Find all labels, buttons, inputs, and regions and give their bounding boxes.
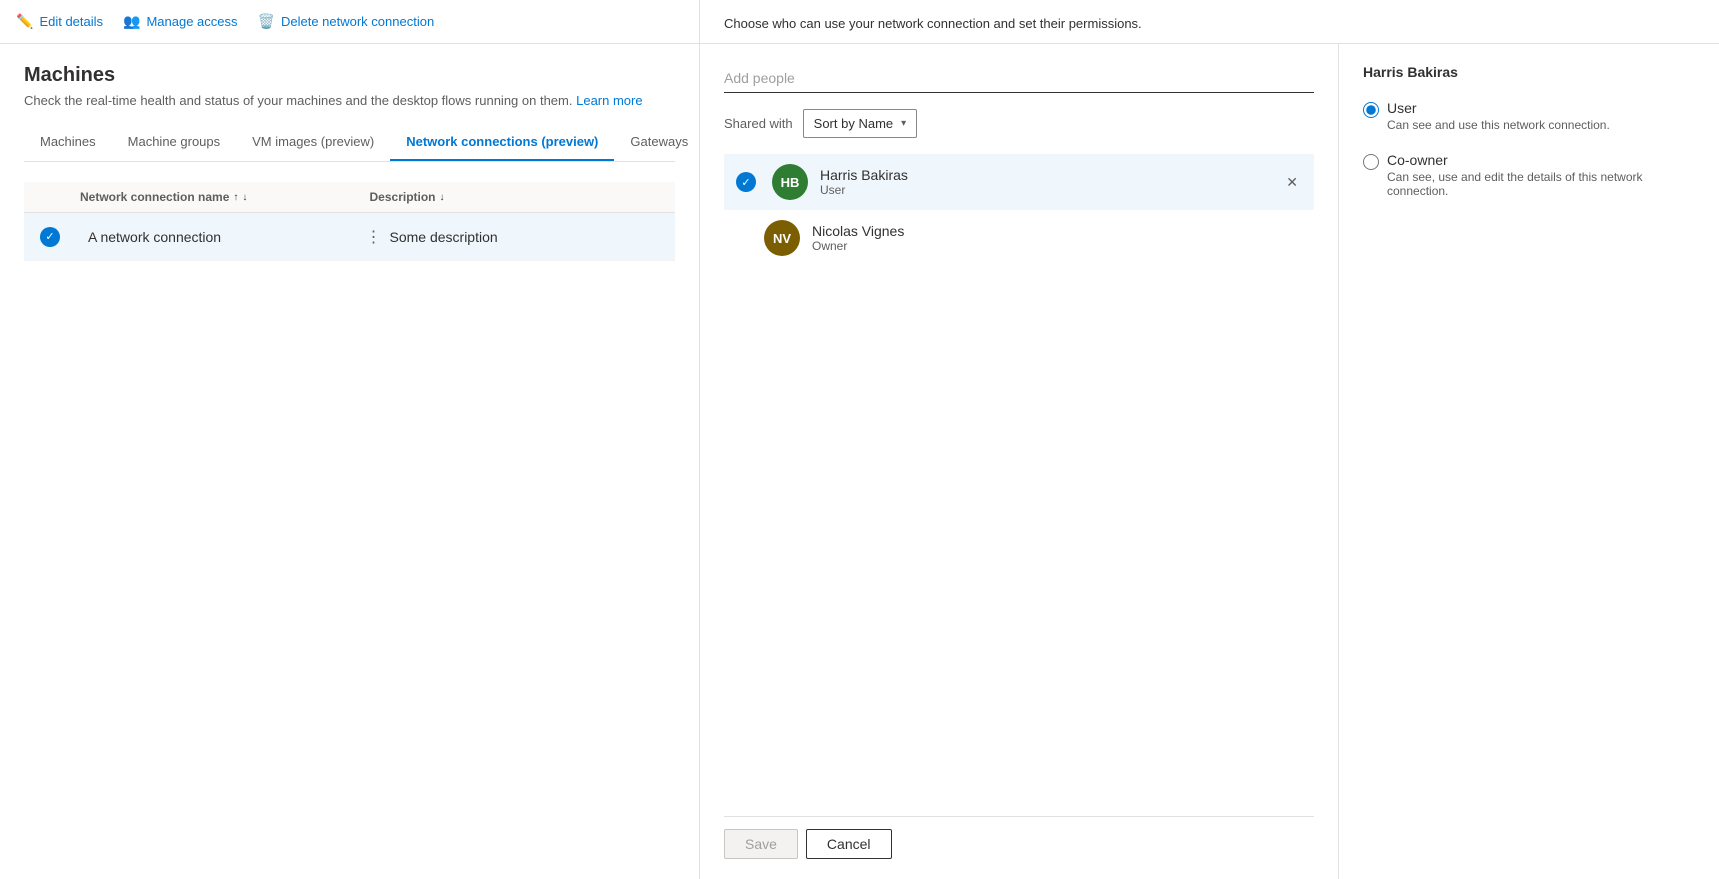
right-panel-header: Choose who can use your network connecti… (700, 0, 1719, 44)
learn-more-link[interactable]: Learn more (576, 93, 642, 108)
edit-details-button[interactable]: ✏️ Edit details (16, 13, 103, 30)
user-name-hb: Harris Bakiras (820, 167, 1270, 183)
row-description: Some description (390, 229, 660, 245)
manage-label: Manage access (146, 14, 237, 29)
right-subtitle: Choose who can use your network connecti… (724, 16, 1695, 31)
user-name-nv: Nicolas Vignes (812, 223, 1302, 239)
user-info-hb: Harris Bakiras User (820, 167, 1270, 197)
edit-label: Edit details (39, 14, 103, 29)
col-desc-header[interactable]: Description ↓ (370, 190, 660, 204)
permission-coowner-label: Co-owner (1387, 152, 1695, 168)
permission-coowner-desc: Can see, use and edit the details of thi… (1387, 170, 1695, 198)
tab-vm-images[interactable]: VM images (preview) (236, 124, 390, 161)
shared-with-row: Shared with Sort by Name ▾ (724, 109, 1314, 138)
table-header: Network connection name ↑ ↓ Description … (24, 182, 675, 213)
permission-user-details: User Can see and use this network connec… (1387, 100, 1610, 132)
delete-icon: 🗑️ (258, 13, 275, 30)
desc-sort-icon: ↓ (440, 192, 445, 203)
edit-icon: ✏️ (16, 13, 33, 30)
avatar-hb: HB (772, 164, 808, 200)
tab-network-connections[interactable]: Network connections (preview) (390, 124, 614, 161)
manage-icon: 👥 (123, 13, 140, 30)
tab-gateways[interactable]: Gateways (614, 124, 699, 161)
chevron-down-icon: ▾ (901, 118, 906, 129)
user-role-nv: Owner (812, 239, 1302, 253)
tab-machine-groups[interactable]: Machine groups (112, 124, 237, 161)
manage-access-button[interactable]: 👥 Manage access (123, 13, 238, 30)
row-check: ✓ (40, 227, 80, 247)
check-icon: ✓ (40, 227, 60, 247)
permission-user-radio[interactable] (1363, 102, 1379, 118)
delete-label: Delete network connection (281, 14, 434, 29)
col-name-header[interactable]: Network connection name ↑ ↓ (80, 190, 370, 204)
people-section: Shared with Sort by Name ▾ ✓ HB Harris B… (700, 44, 1339, 879)
right-panel: Choose who can use your network connecti… (700, 0, 1719, 879)
row-name: A network connection (80, 229, 358, 245)
permission-user-label: User (1387, 100, 1610, 116)
toolbar: ✏️ Edit details 👥 Manage access 🗑️ Delet… (0, 0, 699, 44)
selected-user-name: Harris Bakiras (1363, 64, 1695, 80)
permission-user: User Can see and use this network connec… (1363, 100, 1695, 132)
delete-button[interactable]: 🗑️ Delete network connection (258, 13, 435, 30)
cancel-button[interactable]: Cancel (806, 829, 892, 859)
user-role-hb: User (820, 183, 1270, 197)
permission-user-desc: Can see and use this network connection. (1387, 118, 1610, 132)
user-info-nv: Nicolas Vignes Owner (812, 223, 1302, 253)
sort-asc-icon: ↑ (233, 192, 238, 203)
sort-select[interactable]: Sort by Name ▾ (803, 109, 918, 138)
right-body: Shared with Sort by Name ▾ ✓ HB Harris B… (700, 44, 1719, 879)
user-item-hb[interactable]: ✓ HB Harris Bakiras User ✕ (724, 154, 1314, 210)
tabs: Machines Machine groups VM images (previ… (24, 124, 675, 162)
table-row[interactable]: ✓ A network connection ⋮ Some descriptio… (24, 213, 675, 261)
footer-buttons: Save Cancel (724, 816, 1314, 859)
page-title: Machines (24, 64, 675, 87)
add-people-input[interactable] (724, 64, 1314, 93)
save-button[interactable]: Save (724, 829, 798, 859)
sort-desc-icon: ↓ (242, 192, 247, 203)
avatar-nv: NV (764, 220, 800, 256)
left-panel: ✏️ Edit details 👥 Manage access 🗑️ Delet… (0, 0, 700, 879)
more-options-icon[interactable]: ⋮ (358, 227, 390, 247)
remove-user-hb-button[interactable]: ✕ (1282, 170, 1302, 195)
content-area: Machines Check the real-time health and … (0, 44, 699, 879)
shared-with-label: Shared with (724, 116, 793, 131)
user-check-hb: ✓ (736, 172, 756, 192)
permission-coowner-radio[interactable] (1363, 154, 1379, 170)
permission-coowner-details: Co-owner Can see, use and edit the detai… (1387, 152, 1695, 198)
user-list: ✓ HB Harris Bakiras User ✕ NV (724, 154, 1314, 266)
permissions-section: Harris Bakiras User Can see and use this… (1339, 44, 1719, 879)
action-footer: Save Cancel (724, 796, 1314, 859)
page-subtitle: Check the real-time health and status of… (24, 93, 675, 108)
user-item-nv[interactable]: NV Nicolas Vignes Owner (724, 210, 1314, 266)
sort-select-label: Sort by Name (814, 116, 893, 131)
tab-machines[interactable]: Machines (24, 124, 112, 161)
permission-coowner: Co-owner Can see, use and edit the detai… (1363, 152, 1695, 198)
